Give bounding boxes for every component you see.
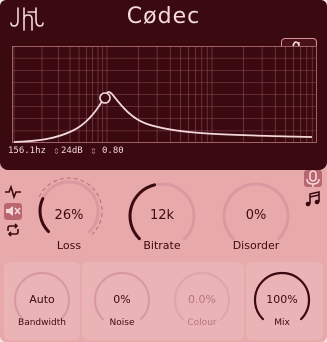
- plugin-title: Cødec: [126, 4, 201, 29]
- freq-readout[interactable]: 156.1hz: [8, 146, 46, 156]
- q-readout[interactable]: 0.80: [102, 146, 124, 156]
- header-eq-section: Cødec 156.1hz ⇕ 24dB ⇕ 0.80: [0, 0, 327, 170]
- loss-track: [38, 180, 100, 234]
- disorder-knob[interactable]: 0% Disorder: [218, 178, 294, 254]
- music-note-icon[interactable]: [304, 191, 322, 208]
- disorder-label: Disorder: [232, 239, 280, 252]
- colour-value: 0.0%: [188, 293, 216, 306]
- loop-icon[interactable]: [4, 222, 22, 239]
- waveform-icon[interactable]: [4, 184, 22, 201]
- bitrate-knob[interactable]: 12k Bitrate: [124, 178, 200, 254]
- bandwidth-label: Bandwidth: [18, 318, 66, 328]
- noise-value: 0%: [113, 293, 131, 306]
- side-toolbar: [4, 184, 22, 244]
- bandwidth-value: Auto: [29, 293, 55, 306]
- eq-band-handle[interactable]: [99, 92, 111, 104]
- separator-icon: ⇕: [53, 144, 60, 157]
- colour-knob[interactable]: 0.0% Colour: [170, 268, 234, 332]
- mute-speaker-icon[interactable]: [4, 203, 22, 220]
- eq-graph[interactable]: [12, 46, 317, 143]
- noise-label: Noise: [109, 318, 135, 328]
- mix-knob[interactable]: 100% Mix: [250, 268, 314, 332]
- loss-label: Loss: [56, 239, 82, 252]
- loss-knob[interactable]: 26% Loss: [30, 172, 108, 254]
- microphone-icon[interactable]: [304, 170, 322, 187]
- bitrate-value: 12k: [149, 208, 175, 223]
- mix-label: Mix: [274, 318, 290, 328]
- gain-readout[interactable]: 24dB: [61, 146, 83, 156]
- loss-value: 26%: [54, 208, 84, 223]
- controls-section: 26% Loss 12k Bitrate 0% Disorder Auto Ba…: [0, 170, 327, 342]
- codec-plugin: Cødec 156.1hz ⇕ 24dB ⇕ 0.80 26% Loss 12k…: [0, 0, 327, 342]
- bandwidth-knob[interactable]: Auto Bandwidth: [10, 268, 74, 332]
- disorder-value: 0%: [245, 208, 267, 223]
- mix-value: 100%: [266, 293, 298, 306]
- separator-icon: ⇕: [90, 144, 97, 157]
- source-toolbar: [304, 170, 322, 212]
- noise-knob[interactable]: 0% Noise: [90, 268, 154, 332]
- bitrate-label: Bitrate: [143, 239, 181, 252]
- colour-label: Colour: [187, 318, 217, 328]
